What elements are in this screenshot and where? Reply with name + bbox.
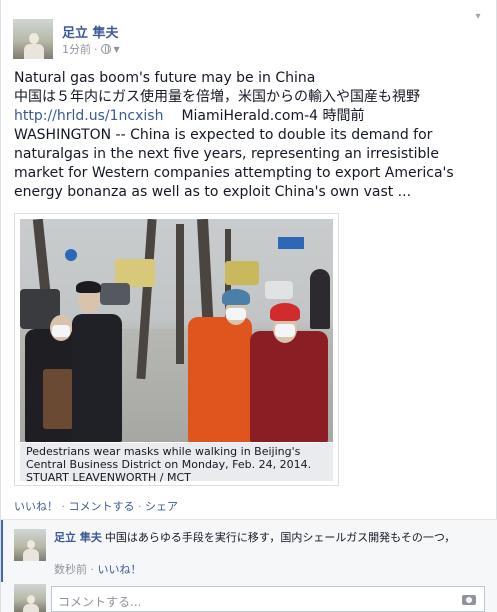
chevron-down-icon[interactable]: ▾ — [472, 12, 484, 22]
post-author[interactable]: 足立 隼夫 — [62, 22, 119, 41]
comment-highlight-bar — [1, 520, 3, 582]
reply-avatar — [14, 584, 46, 612]
comment-text: 足立 隼夫 中国はあらゆる手段を実行に移す，国内シェールガス開発もその一つ， — [54, 530, 484, 545]
link-source: MiamiHerald.com-4 時間前 — [181, 108, 365, 124]
comment-separator: · — [87, 563, 98, 576]
post-meta: 1分前 · ▼ — [62, 41, 120, 57]
post-timestamp[interactable]: 1分前 — [62, 41, 91, 57]
photo-caption: Pedestrians wear masks while walking in … — [20, 443, 333, 484]
shared-photo[interactable]: Pedestrians wear masks while walking in … — [14, 213, 339, 486]
post-subheadline: 中国は５年内にガス使用量を倍増，米国からの輸入や国産も視野 — [14, 89, 420, 105]
like-button[interactable]: いいね！ — [14, 500, 58, 513]
globe-icon[interactable] — [100, 44, 111, 54]
comment-avatar[interactable] — [14, 529, 46, 561]
photo-image[interactable] — [20, 219, 333, 442]
comment-input[interactable]: コメントする... — [51, 586, 485, 612]
comment-like-button[interactable]: いいね！ — [98, 563, 142, 576]
post-link[interactable]: http://hrld.us/1ncxish — [14, 108, 163, 124]
post-actions: いいね！ · コメントする · シェア — [14, 498, 178, 514]
action-separator: · — [134, 500, 145, 513]
comment-input-placeholder: コメントする... — [58, 595, 142, 609]
camera-icon[interactable] — [462, 595, 476, 605]
post-body: WASHINGTON -- China is expected to doubl… — [14, 127, 454, 200]
chevron-down-icon[interactable]: ▼ — [114, 45, 120, 54]
comment-author[interactable]: 足立 隼夫 — [54, 531, 102, 544]
post-card: ▾ 足立 隼夫 1分前 · ▼ Natural gas boom's futur… — [0, 0, 497, 612]
comment-button[interactable]: コメントする — [69, 500, 135, 513]
comment-body: 中国はあらゆる手段を実行に移す，国内シェールガス開発もその一つ， — [104, 531, 456, 544]
comment-timestamp[interactable]: 数秒前 — [54, 563, 87, 576]
comment-meta: 数秒前 · いいね！ — [54, 561, 142, 577]
post-link-line: http://hrld.us/1ncxish MiamiHerald.com-4 … — [14, 107, 490, 126]
avatar[interactable] — [13, 19, 53, 59]
action-separator: · — [58, 500, 69, 513]
share-button[interactable]: シェア — [145, 500, 178, 513]
post-headline: Natural gas boom's future may be in Chin… — [14, 70, 316, 86]
